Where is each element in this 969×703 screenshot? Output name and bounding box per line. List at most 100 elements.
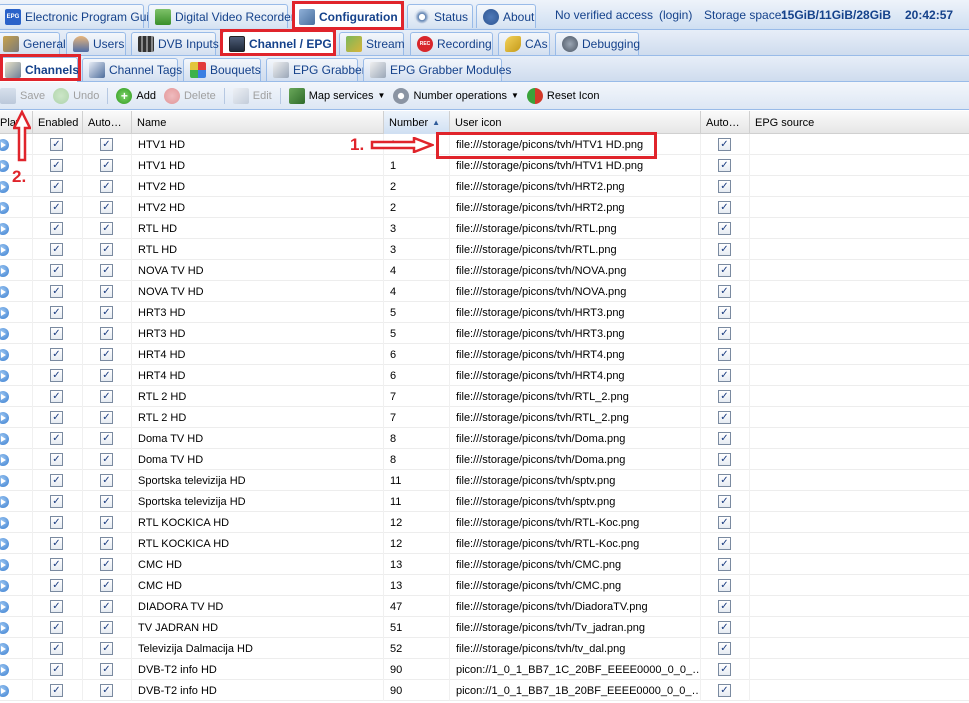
auto-epg-checkbox[interactable]: ✓: [718, 600, 731, 613]
auto-epg-checkbox[interactable]: ✓: [718, 558, 731, 571]
play-icon[interactable]: [0, 621, 9, 634]
auto-name-cell[interactable]: ✓: [83, 134, 132, 155]
enabled-checkbox[interactable]: ✓: [50, 369, 63, 382]
play-icon[interactable]: [0, 180, 9, 193]
auto-epg-checkbox[interactable]: ✓: [718, 222, 731, 235]
number-cell[interactable]: 11: [384, 491, 450, 512]
undo-button[interactable]: Undo: [49, 85, 103, 107]
auto-epg-checkbox[interactable]: ✓: [718, 642, 731, 655]
enabled-cell[interactable]: ✓: [33, 365, 83, 386]
play-icon[interactable]: [0, 264, 9, 277]
auto-epg-cell[interactable]: ✓: [701, 491, 750, 512]
enabled-checkbox[interactable]: ✓: [50, 474, 63, 487]
save-button[interactable]: Save: [0, 85, 49, 107]
name-cell[interactable]: DVB-T2 info HD: [132, 680, 384, 701]
table-row[interactable]: ✓ ✓ HRT4 HD 6 file:///storage/picons/tvh/HRT…: [0, 344, 969, 365]
auto-name-checkbox[interactable]: ✓: [100, 495, 113, 508]
table-row[interactable]: ✓ ✓ HTV2 HD 2 file:///storage/picons/tvh/HRT…: [0, 176, 969, 197]
table-row[interactable]: ✓ ✓ RTL HD 3 file:///storage/picons/tvh/RTL.…: [0, 218, 969, 239]
auto-name-cell[interactable]: ✓: [83, 449, 132, 470]
enabled-checkbox[interactable]: ✓: [50, 201, 63, 214]
play-icon[interactable]: [0, 474, 9, 487]
enabled-checkbox[interactable]: ✓: [50, 327, 63, 340]
number-cell[interactable]: 90: [384, 659, 450, 680]
number-cell[interactable]: 52: [384, 638, 450, 659]
name-cell[interactable]: HTV2 HD: [132, 176, 384, 197]
tab-bouquets[interactable]: Bouquets: [183, 58, 261, 81]
auto-epg-checkbox[interactable]: ✓: [718, 474, 731, 487]
play-icon[interactable]: [0, 306, 9, 319]
play-cell[interactable]: [0, 197, 33, 218]
table-row[interactable]: ✓ ✓ HRT3 HD 5 file:///storage/picons/tvh/HRT…: [0, 323, 969, 344]
auto-epg-cell[interactable]: ✓: [701, 197, 750, 218]
column-header-name[interactable]: Name: [132, 111, 384, 134]
play-icon[interactable]: [0, 285, 9, 298]
auto-epg-checkbox[interactable]: ✓: [718, 138, 731, 151]
enabled-cell[interactable]: ✓: [33, 134, 83, 155]
enabled-cell[interactable]: ✓: [33, 533, 83, 554]
auto-name-checkbox[interactable]: ✓: [100, 432, 113, 445]
play-cell[interactable]: [0, 386, 33, 407]
auto-name-cell[interactable]: ✓: [83, 470, 132, 491]
play-icon[interactable]: [0, 558, 9, 571]
play-cell[interactable]: [0, 575, 33, 596]
column-header-auto-epg[interactable]: Auto…: [701, 111, 750, 134]
play-cell[interactable]: [0, 491, 33, 512]
name-cell[interactable]: RTL 2 HD: [132, 386, 384, 407]
auto-epg-cell[interactable]: ✓: [701, 365, 750, 386]
enabled-checkbox[interactable]: ✓: [50, 411, 63, 424]
epg-source-cell[interactable]: [750, 344, 969, 365]
auto-epg-cell[interactable]: ✓: [701, 428, 750, 449]
user-icon-cell[interactable]: picon://1_0_1_BB7_1C_20BF_EEEE0000_0_0_…: [450, 659, 701, 680]
epg-source-cell[interactable]: [750, 512, 969, 533]
auto-name-cell[interactable]: ✓: [83, 302, 132, 323]
auto-epg-checkbox[interactable]: ✓: [718, 201, 731, 214]
enabled-cell[interactable]: ✓: [33, 239, 83, 260]
tab-epg-grabber[interactable]: EPG Grabber: [266, 58, 366, 81]
auto-epg-cell[interactable]: ✓: [701, 302, 750, 323]
table-row[interactable]: ✓ ✓ HTV1 HD1file:///storage/picons/tvh/HTV…: [0, 155, 969, 176]
auto-name-checkbox[interactable]: ✓: [100, 558, 113, 571]
number-cell[interactable]: 6: [384, 365, 450, 386]
epg-source-cell[interactable]: [750, 449, 969, 470]
play-icon[interactable]: [0, 684, 9, 697]
user-icon-cell[interactable]: file:///storage/picons/tvh/HTV1 HD.png: [450, 155, 701, 176]
epg-source-cell[interactable]: [750, 659, 969, 680]
enabled-checkbox[interactable]: ✓: [50, 138, 63, 151]
enabled-cell[interactable]: ✓: [33, 617, 83, 638]
play-icon[interactable]: [0, 495, 9, 508]
number-operations-button[interactable]: Number operations ▼: [389, 85, 522, 107]
auto-epg-cell[interactable]: ✓: [701, 218, 750, 239]
auto-epg-cell[interactable]: ✓: [701, 512, 750, 533]
play-icon[interactable]: [0, 537, 9, 550]
epg-source-cell[interactable]: [750, 239, 969, 260]
table-row[interactable]: ✓ ✓ HRT4 HD 6 file:///storage/picons/tvh/HRT…: [0, 365, 969, 386]
play-cell[interactable]: [0, 449, 33, 470]
play-cell[interactable]: [0, 470, 33, 491]
epg-source-cell[interactable]: [750, 218, 969, 239]
auto-epg-checkbox[interactable]: ✓: [718, 159, 731, 172]
auto-epg-checkbox[interactable]: ✓: [718, 390, 731, 403]
name-cell[interactable]: CMC HD: [132, 554, 384, 575]
play-icon[interactable]: [0, 222, 9, 235]
name-cell[interactable]: Doma TV HD: [132, 449, 384, 470]
name-cell[interactable]: NOVA TV HD: [132, 260, 384, 281]
add-button[interactable]: + Add: [112, 85, 160, 107]
user-icon-cell[interactable]: file:///storage/picons/tvh/HRT4.png: [450, 344, 701, 365]
table-row[interactable]: ✓ ✓ TV JADRAN HD 51 file:///storage/picons/t…: [0, 617, 969, 638]
play-icon[interactable]: [0, 348, 9, 361]
column-header-enabled[interactable]: Enabled: [33, 111, 83, 134]
auto-name-checkbox[interactable]: ✓: [100, 390, 113, 403]
name-cell[interactable]: Sportska televizija HD: [132, 491, 384, 512]
table-row[interactable]: ✓ ✓ HRT3 HD 5 file:///storage/picons/tvh/HRT…: [0, 302, 969, 323]
auto-name-checkbox[interactable]: ✓: [100, 369, 113, 382]
name-cell[interactable]: HRT3 HD: [132, 323, 384, 344]
auto-name-cell[interactable]: ✓: [83, 239, 132, 260]
play-cell[interactable]: [0, 239, 33, 260]
auto-name-checkbox[interactable]: ✓: [100, 159, 113, 172]
auto-name-checkbox[interactable]: ✓: [100, 348, 113, 361]
number-cell[interactable]: 7: [384, 386, 450, 407]
name-cell[interactable]: Sportska televizija HD: [132, 470, 384, 491]
user-icon-cell[interactable]: file:///storage/picons/tvh/Tv_jadran.png: [450, 617, 701, 638]
auto-name-cell[interactable]: ✓: [83, 323, 132, 344]
